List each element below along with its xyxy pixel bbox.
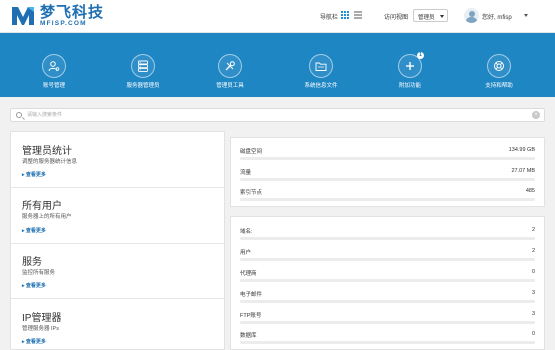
view-more-link[interactable]: ▸ 查看更多: [22, 227, 46, 234]
count-label: 域名:: [240, 229, 253, 235]
count-label: 电子邮件: [240, 292, 263, 298]
count-bar: [240, 341, 535, 344]
counts-card: 域名: 2 用户 2 代理商 0 电子邮件 3 FTP账号 3 数据库 0: [230, 216, 545, 350]
section-admin-stats: 管理员统计 调整的服务器统计信息 ▸ 查看更多: [11, 132, 224, 188]
section-subtitle: 监控所有服务: [22, 270, 56, 276]
section-title: IP管理器: [22, 313, 62, 324]
section-subtitle: 管理服务器 IPs: [22, 326, 59, 332]
chevron-down-icon: [440, 15, 444, 18]
shortcut-label: 支持和帮助: [485, 83, 513, 89]
count-bar: [240, 321, 535, 324]
count-bar: [240, 258, 535, 261]
shortcut-system-files[interactable]: 系统信息文件: [291, 54, 351, 89]
server-icon: [131, 54, 155, 78]
count-bar: [240, 300, 535, 303]
avatar[interactable]: [464, 8, 479, 23]
view-more-link[interactable]: ▸ 查看更多: [22, 171, 46, 178]
count-label: 用户: [240, 250, 252, 256]
logo-mark-icon: [10, 3, 36, 29]
usage-bar: [240, 178, 535, 181]
usage-value: 27.07 MB: [511, 168, 535, 174]
shortcut-server-admin[interactable]: 服务器管理员: [113, 54, 173, 89]
role-select[interactable]: 管理员: [413, 9, 448, 22]
count-value: 2: [531, 227, 535, 233]
shortcut-admin-tools[interactable]: 管理员工具: [200, 54, 260, 89]
view-label: 访问视图: [384, 15, 409, 21]
shortcut-account-manage[interactable]: 账号管理: [24, 54, 84, 89]
shortcut-label: 附加功能: [398, 83, 421, 89]
usage-label: 磁盘空间: [240, 149, 263, 155]
section-subtitle: 服务器上的所有用户: [22, 214, 72, 220]
count-label: FTP账号: [240, 313, 262, 319]
view-more-link[interactable]: ▸ 查看更多: [22, 338, 46, 345]
user-menu-caret-icon[interactable]: [524, 14, 528, 17]
shortcut-label: 账号管理: [42, 83, 65, 89]
count-value: 3: [531, 311, 535, 317]
count-value: 0: [531, 331, 535, 337]
brand-domain: MFISP.COM: [40, 19, 87, 27]
grid-view-icon[interactable]: [341, 11, 349, 19]
section-title: 服务: [22, 257, 42, 268]
count-label: 数据库: [240, 333, 257, 339]
usage-bar: [240, 157, 535, 160]
shortcut-label: 系统信息文件: [304, 83, 338, 89]
count-value: 3: [531, 290, 535, 296]
count-label: 代理商: [240, 271, 257, 277]
count-bar: [240, 237, 535, 240]
usage-card: 磁盘空间 134.99 GB 流量 27.07 MB 索引节点 485: [230, 137, 545, 207]
usage-bar: [240, 198, 535, 201]
nav-layout-label: 导航栏: [320, 15, 339, 21]
clear-icon[interactable]: ×: [532, 111, 540, 119]
shortcut-label: 管理员工具: [216, 83, 244, 89]
shortcut-label: 服务器管理员: [126, 83, 160, 89]
usage-value: 134.99 GB: [508, 147, 535, 153]
list-view-icon[interactable]: [354, 11, 362, 19]
section-title: 所有用户: [22, 201, 62, 212]
section-title: 管理员统计: [22, 146, 72, 157]
section-subtitle: 调整的服务器统计信息: [22, 159, 78, 165]
brand-logo[interactable]: 梦飞科技 MFISP.COM: [10, 3, 104, 29]
notification-badge: 1: [417, 52, 424, 59]
brand-name: 梦飞科技: [40, 2, 105, 21]
tools-icon: [218, 54, 242, 78]
count-value: 0: [531, 269, 535, 275]
admin-sections-panel: 管理员统计 调整的服务器统计信息 ▸ 查看更多 所有用户 服务器上的所有用户 ▸…: [10, 131, 225, 350]
usage-value: 485: [525, 188, 535, 194]
shortcut-support-help[interactable]: 支持和帮助: [469, 54, 529, 89]
user-greeting[interactable]: 您好, mfisp: [482, 12, 512, 21]
shortcut-extra-features[interactable]: 1 附加功能: [380, 52, 440, 89]
view-more-link[interactable]: ▸ 查看更多: [22, 282, 46, 289]
section-services: 服务 监控所有服务 ▸ 查看更多: [11, 244, 224, 299]
usage-label: 索引节点: [240, 190, 263, 196]
count-value: 2: [531, 248, 535, 254]
section-ip-manager: IP管理器 管理服务器 IPs ▸ 查看更多: [11, 299, 224, 350]
search-bar: ×: [10, 108, 545, 122]
role-select-value: 管理员: [418, 15, 435, 21]
plus-icon: 1: [398, 52, 424, 78]
user-gear-icon: [42, 54, 66, 78]
search-icon: [16, 112, 22, 118]
search-input[interactable]: [27, 110, 527, 120]
count-bar: [240, 279, 535, 282]
section-all-users: 所有用户 服务器上的所有用户 ▸ 查看更多: [11, 188, 224, 244]
usage-label: 流量: [240, 170, 252, 176]
folder-icon: [309, 54, 333, 78]
support-icon: [487, 54, 511, 78]
top-header: 梦飞科技 MFISP.COM 导航栏 访问视图 管理员 您好, mfisp: [0, 0, 555, 33]
